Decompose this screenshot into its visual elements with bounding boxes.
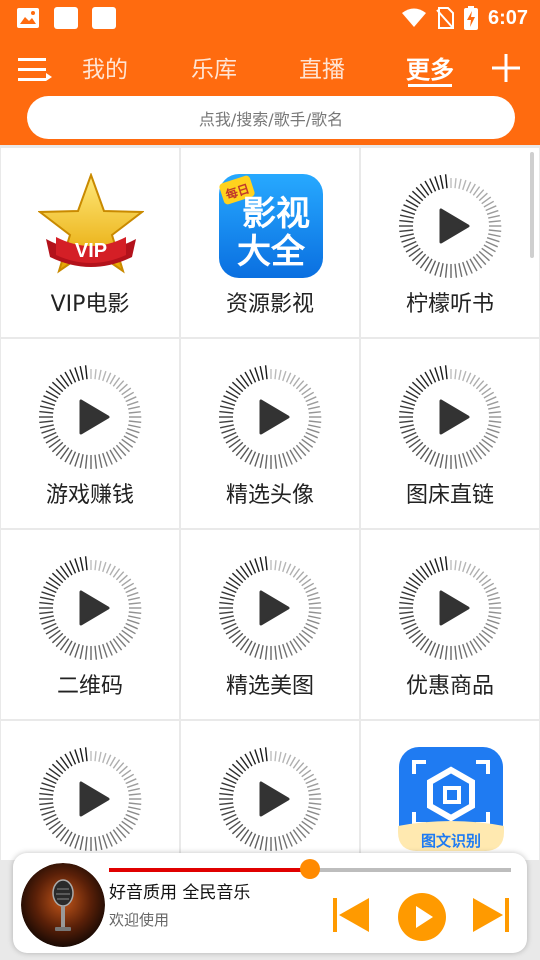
grid-item-wallpaper[interactable]: 精选美图 <box>181 530 359 719</box>
tab-more[interactable]: 更多 <box>406 50 454 85</box>
scrollbar[interactable] <box>530 152 534 258</box>
grid-item-game-earn[interactable]: 游戏赚钱 <box>1 339 179 528</box>
tab-live[interactable]: 直播 <box>299 50 345 84</box>
add-icon[interactable] <box>490 52 522 84</box>
icon-slot <box>38 364 144 470</box>
wifi-icon <box>401 8 426 27</box>
grid-item-label: 二维码 <box>56 674 123 699</box>
grid-item-label: VIP电影 <box>50 292 130 317</box>
grid-item-vip-movie[interactable]: VIP VIP电影 <box>1 148 179 337</box>
mini-player[interactable]: 好音质用 全民音乐 欢迎使用 <box>13 853 527 953</box>
play-icon[interactable] <box>398 893 446 941</box>
song-title: 好音质用 全民音乐 <box>109 883 251 903</box>
play-disc-icon <box>219 365 322 469</box>
clock-time: 6:07 <box>487 6 528 29</box>
feature-grid: VIP VIP电影 每日 影视 大全 资源影视 柠檬听书 游戏赚钱 精选头像 图… <box>0 148 540 860</box>
menu-icon[interactable] <box>18 56 52 84</box>
grid-item-qrcode[interactable]: 二维码 <box>1 530 179 719</box>
status-bar: 6:07 <box>0 0 540 36</box>
ocr-app-icon: 图文识别 <box>398 747 504 851</box>
grid-item-ocr[interactable]: 图文识别 <box>361 721 539 860</box>
vip-star-icon: VIP <box>38 173 144 274</box>
grid-item-label: 游戏赚钱 <box>45 483 134 508</box>
grid-item-label: 精选头像 <box>225 483 314 508</box>
top-nav: 我的 乐库 直播 更多 <box>0 44 540 92</box>
icon-slot <box>398 364 504 470</box>
movie-app-icon: 每日 影视 大全 <box>219 174 323 278</box>
play-disc-icon <box>39 365 142 469</box>
icon-slot <box>218 364 324 470</box>
icon-slot: 图文识别 <box>398 746 504 852</box>
grid-item-label: 柠檬听书 <box>405 292 494 317</box>
svg-text:大全: 大全 <box>237 232 306 272</box>
tab-mine[interactable]: 我的 <box>82 50 128 84</box>
tab-library[interactable]: 乐库 <box>191 50 237 84</box>
icon-slot <box>398 173 504 279</box>
play-disc-icon <box>399 556 502 660</box>
search-bar[interactable]: 点我/搜索/歌手/歌名 <box>27 96 515 139</box>
grid-item-label: 图床直链 <box>405 483 494 508</box>
song-subtitle: 欢迎使用 <box>109 911 170 929</box>
app-header: 6:07 我的 乐库 直播 更多 点我/搜索/歌手/歌名 <box>0 0 540 145</box>
play-disc-icon <box>399 365 502 469</box>
svg-text:图文识别: 图文识别 <box>421 832 481 850</box>
icon-slot <box>218 555 324 661</box>
grid-item[interactable] <box>1 721 179 860</box>
icon-slot <box>398 555 504 661</box>
svg-text:VIP: VIP <box>75 240 107 262</box>
previous-icon[interactable] <box>331 895 371 935</box>
grid-item-avatar[interactable]: 精选头像 <box>181 339 359 528</box>
gallery-notification-icon <box>17 8 39 28</box>
grid-item-resource-video[interactable]: 每日 影视 大全 资源影视 <box>181 148 359 337</box>
grid-item[interactable] <box>181 721 359 860</box>
grid-item-label: 精选美图 <box>225 674 314 699</box>
grid-item-lemon-audiobook[interactable]: 柠檬听书 <box>361 148 539 337</box>
play-disc-icon <box>399 174 502 278</box>
search-placeholder: 点我/搜索/歌手/歌名 <box>198 109 344 129</box>
grid-item-image-host[interactable]: 图床直链 <box>361 339 539 528</box>
notification-icon <box>92 7 116 29</box>
play-disc-icon <box>39 747 142 851</box>
svg-text:影视: 影视 <box>242 194 310 234</box>
progress-bar[interactable] <box>109 859 511 879</box>
battery-charging-icon <box>463 6 478 30</box>
grid-item-deals[interactable]: 优惠商品 <box>361 530 539 719</box>
no-sim-icon <box>436 7 454 29</box>
grid-item-label: 资源影视 <box>225 292 314 317</box>
notification-icon <box>54 7 78 29</box>
play-disc-icon <box>39 556 142 660</box>
next-icon[interactable] <box>471 895 511 935</box>
play-disc-icon <box>219 747 322 851</box>
grid-item-label: 优惠商品 <box>405 674 494 699</box>
icon-slot: 每日 影视 大全 <box>218 173 324 279</box>
icon-slot <box>38 746 144 852</box>
play-disc-icon <box>219 556 322 660</box>
icon-slot: VIP <box>38 173 144 279</box>
active-tab-indicator <box>408 84 452 87</box>
icon-slot <box>218 746 324 852</box>
progress-fill <box>109 868 310 872</box>
progress-handle[interactable] <box>300 859 320 879</box>
album-art-microphone-icon[interactable] <box>21 863 105 947</box>
icon-slot <box>38 555 144 661</box>
